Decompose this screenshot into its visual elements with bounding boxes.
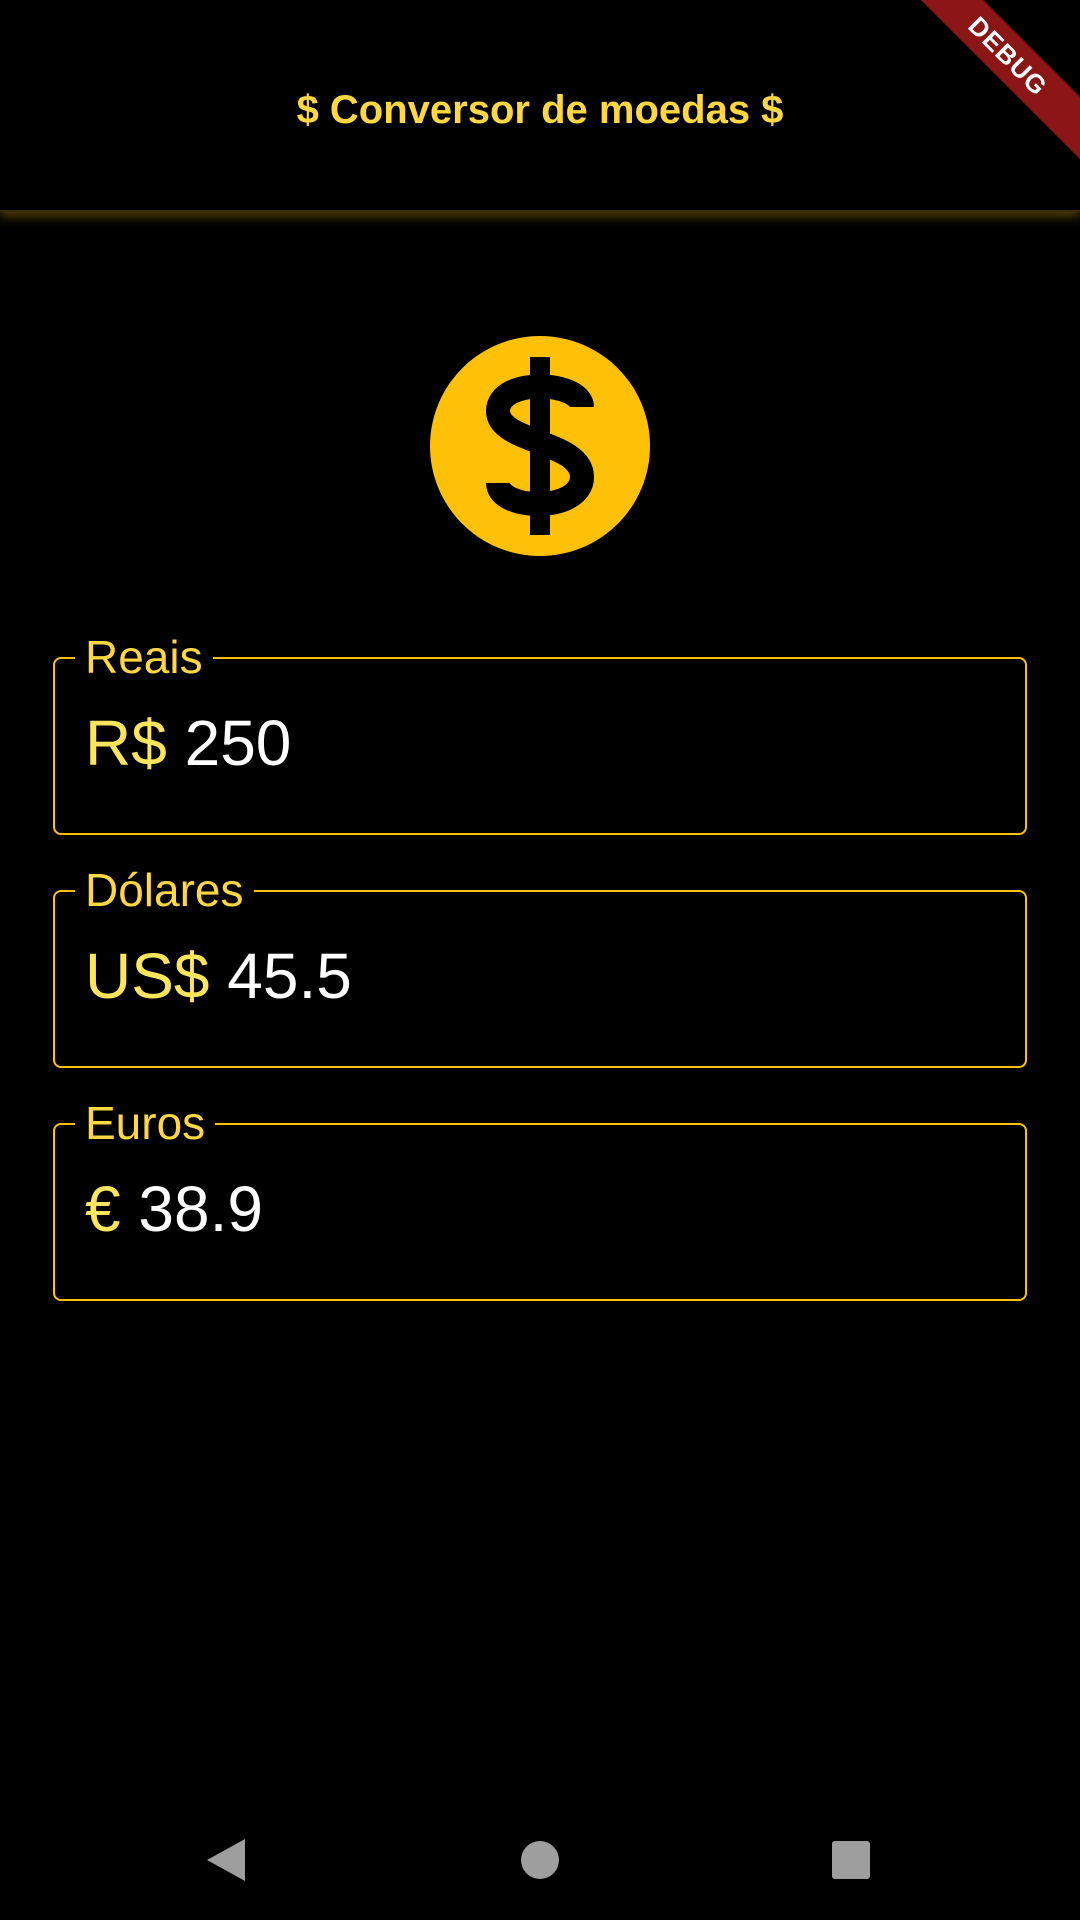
euros-value[interactable]: 38.9 (138, 1173, 263, 1245)
euros-field[interactable]: Euros € 38.9 (53, 1097, 1027, 1301)
dolares-value[interactable]: 45.5 (227, 940, 352, 1012)
dolares-prefix: US$ (85, 940, 228, 1012)
reais-field[interactable]: Reais R$ 250 (53, 631, 1027, 835)
dollar-sign-glyph (485, 357, 595, 535)
dollar-circle-icon (430, 336, 650, 556)
reais-prefix: R$ (85, 707, 185, 779)
euros-input[interactable]: € 38.9 (85, 1169, 263, 1249)
dolares-input[interactable]: US$ 45.5 (85, 936, 352, 1016)
dolares-field[interactable]: Dólares US$ 45.5 (53, 864, 1027, 1068)
app-bar: $ Conversor de moedas $ (0, 0, 1080, 212)
recents-icon[interactable] (821, 1830, 881, 1890)
back-icon[interactable] (196, 1830, 256, 1890)
dolares-label: Dólares (75, 864, 254, 916)
euros-label: Euros (75, 1097, 216, 1149)
home-icon[interactable] (510, 1830, 570, 1890)
euros-prefix: € (85, 1173, 139, 1245)
system-nav-bar (0, 1800, 1080, 1920)
reais-label: Reais (75, 631, 213, 683)
reais-input[interactable]: R$ 250 (85, 703, 291, 783)
app-title: $ Conversor de moedas $ (296, 88, 784, 132)
reais-value[interactable]: 250 (185, 707, 292, 779)
